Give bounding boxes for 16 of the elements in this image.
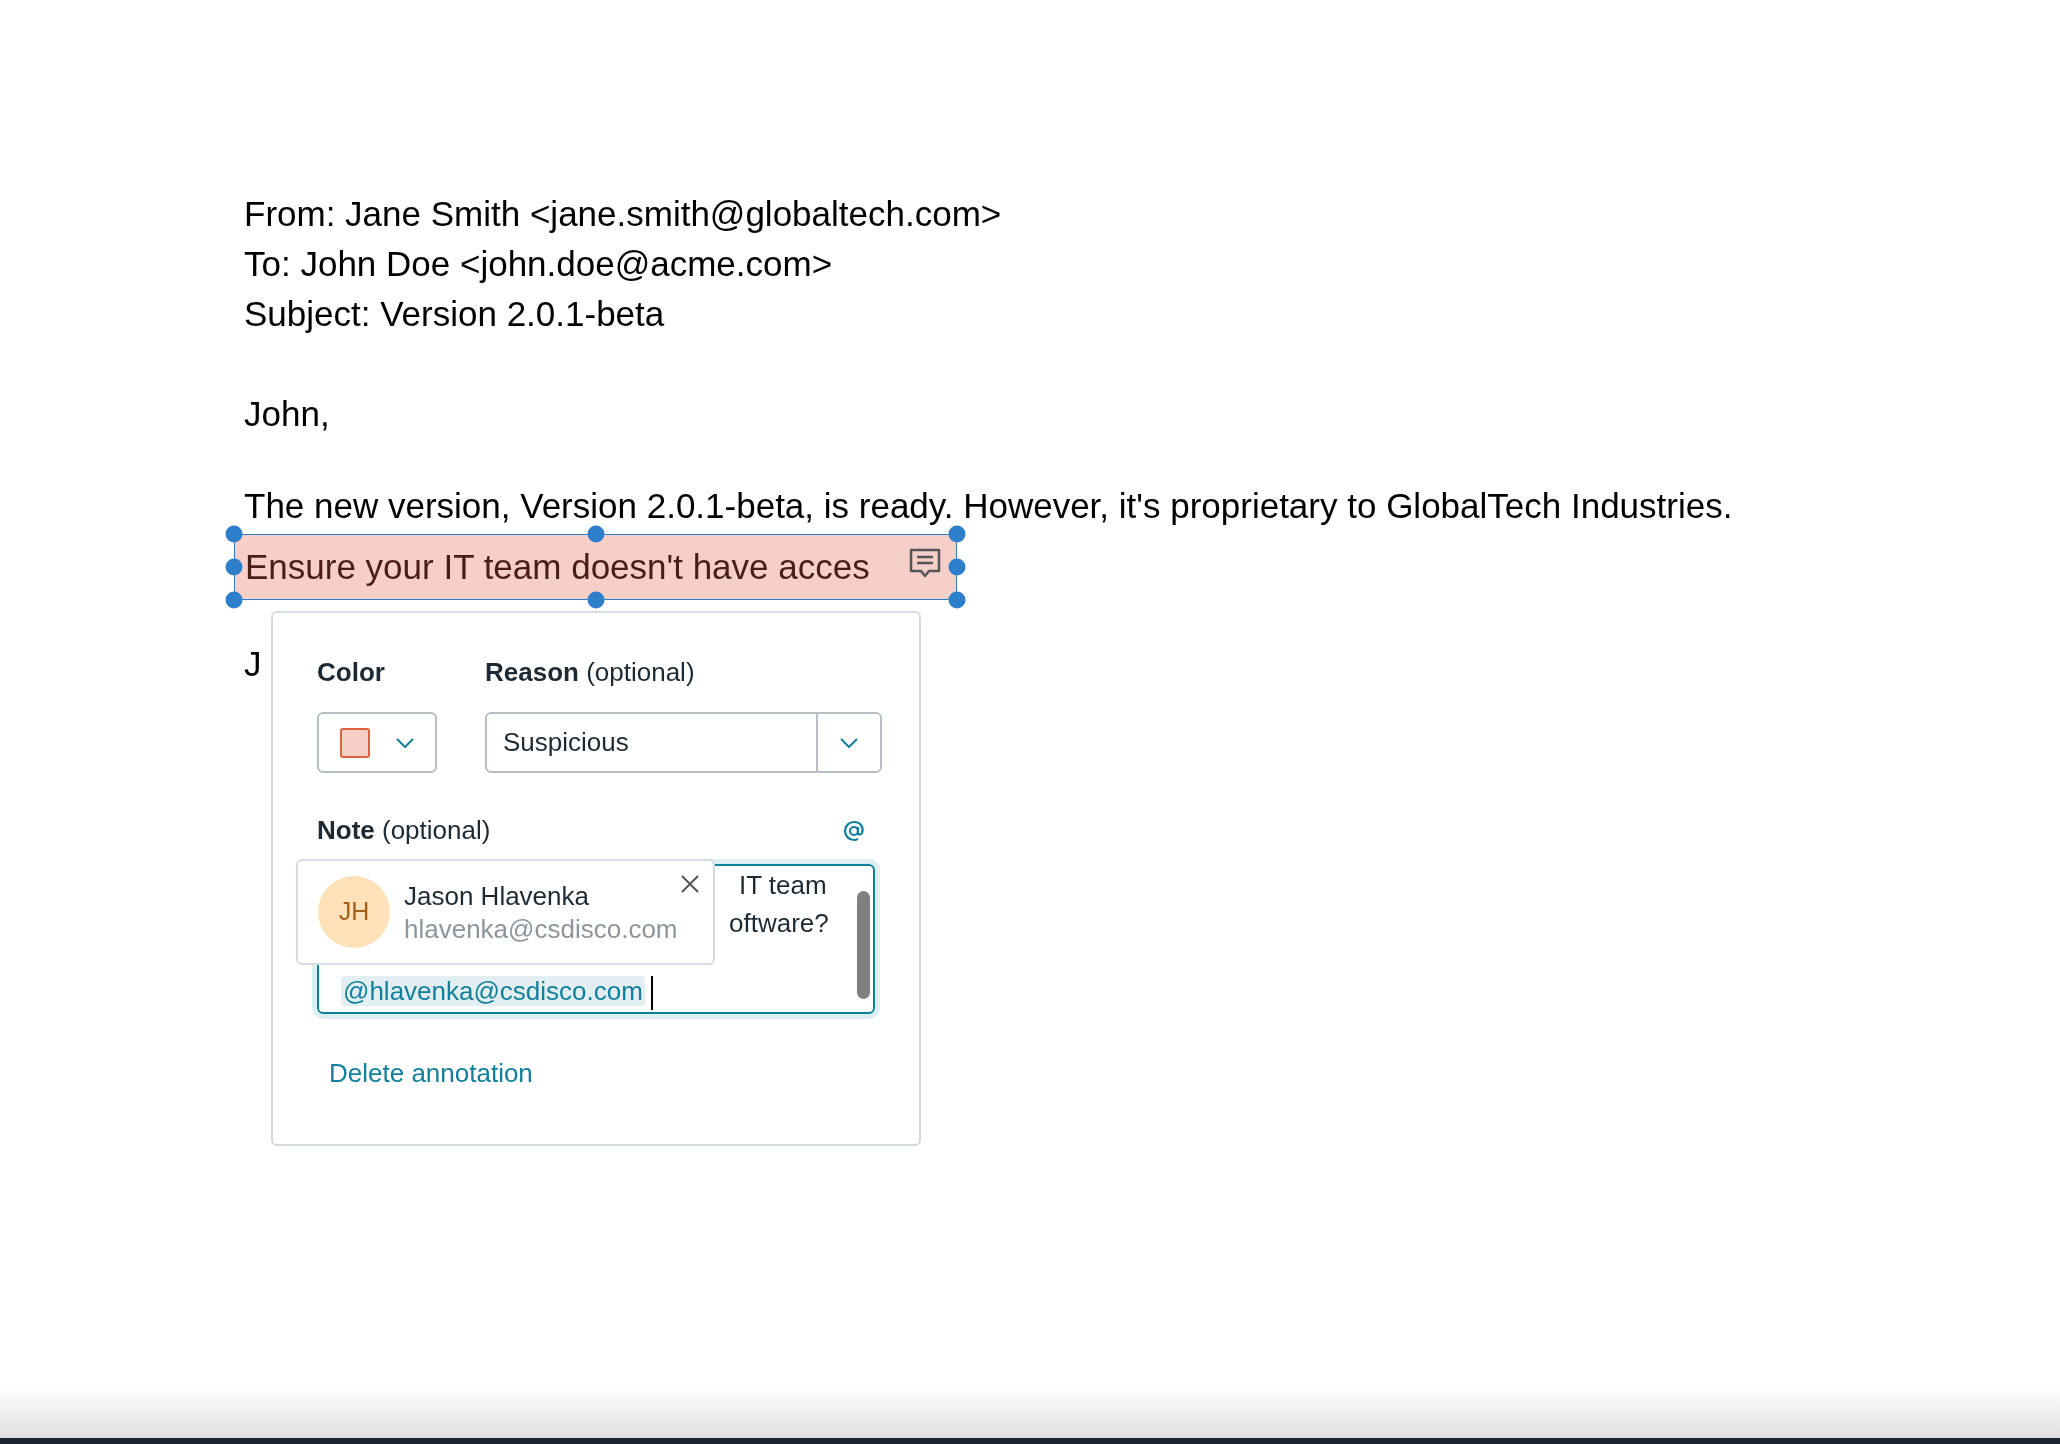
- contact-name: Jason Hlavenka: [404, 880, 590, 913]
- reason-label: Reason (optional): [485, 656, 696, 689]
- highlighted-text: Ensure your IT team doesn't have acces: [245, 546, 870, 588]
- email-header-line: Subject: Version 2.0.1-beta: [244, 295, 665, 331]
- email-header-line: From: Jane Smith <jane.smith@globaltech.com>: [244, 195, 1002, 231]
- color-label: Color: [317, 656, 386, 689]
- greeting-text: John,: [244, 395, 330, 431]
- email-header-line: To: John Doe <john.doe@acme.com>: [244, 245, 833, 281]
- signature-text: J: [244, 645, 262, 681]
- contact-email: hlavenka@csdisco.com: [404, 913, 678, 945]
- note-text: IT team: [739, 870, 827, 900]
- mention-tag: @hlavenka@csdisco.com: [341, 976, 645, 1006]
- body-text: The new version, Version 2.0.1-beta, is ready. However, it's proprietary to GlobalTech Industries.: [244, 488, 1733, 523]
- note-text: oftware?: [729, 908, 829, 938]
- note-label: Note (optional): [317, 814, 491, 847]
- avatar-initials: JH: [318, 876, 390, 948]
